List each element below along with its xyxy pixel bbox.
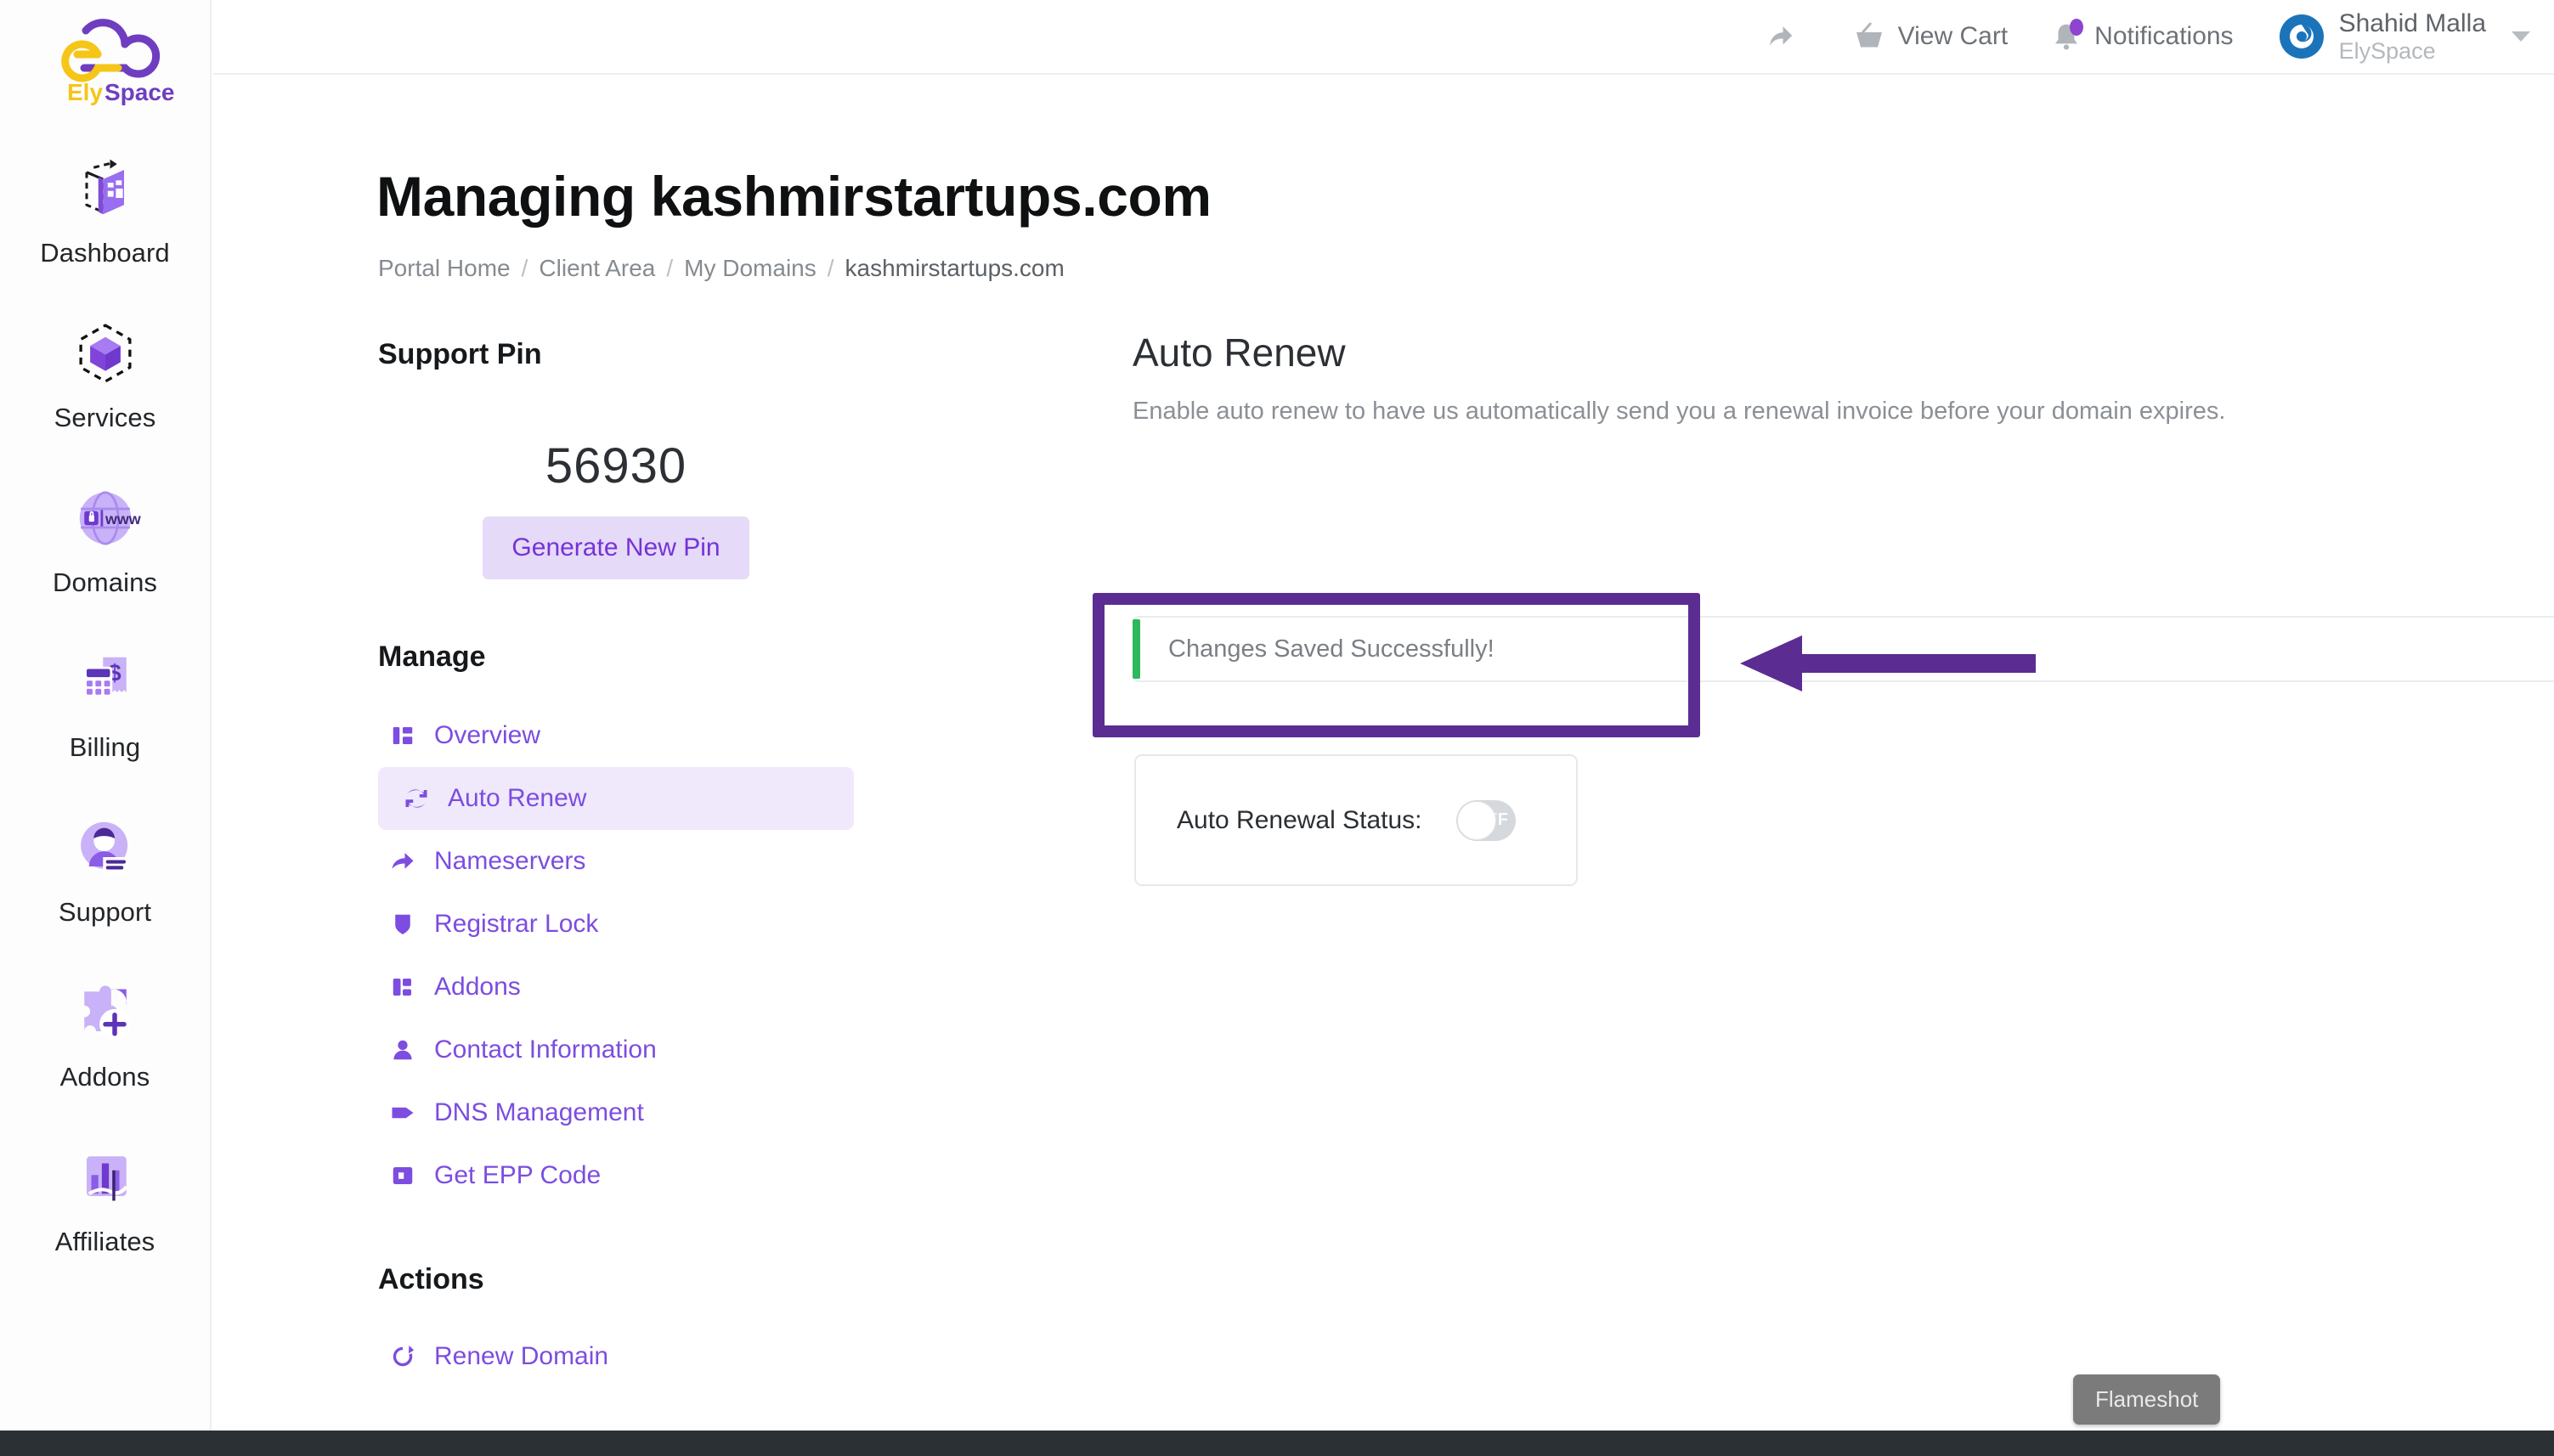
page-title: Managing kashmirstartups.com: [376, 165, 1212, 228]
layout-overview-icon: [390, 723, 415, 748]
manage-nav-label: Contact Information: [434, 1036, 657, 1064]
sidebar-item-label: Addons: [59, 1062, 150, 1092]
sidebar-item-label: Billing: [69, 732, 141, 762]
app-window: Ely Space Dashboard Services www Domains…: [0, 0, 2554, 1456]
breadcrumb-separator: /: [521, 255, 528, 281]
user-menu[interactable]: Shahid Malla ElySpace: [2278, 9, 2530, 64]
svg-text:www: www: [105, 511, 141, 528]
alert-success-message: Changes Saved Successfully!: [1168, 635, 1495, 663]
breadcrumb-item-current: kashmirstartups.com: [845, 255, 1065, 281]
left-panel: Support Pin 56930 Generate New Pin Manag…: [378, 338, 854, 1388]
manage-nav-label: Nameservers: [434, 847, 586, 875]
manage-nav-label: Addons: [434, 973, 521, 1001]
alert-accent-bar: [1133, 619, 1140, 679]
sidebar-item-support[interactable]: Support: [0, 809, 210, 973]
arrow-forward-icon: [390, 849, 415, 874]
breadcrumb-item-portal-home[interactable]: Portal Home: [378, 255, 511, 282]
breadcrumb-separator: /: [827, 255, 834, 281]
manage-nav-label: Get EPP Code: [434, 1161, 602, 1189]
sidebar-item-addons[interactable]: Addons: [0, 973, 210, 1138]
manage-nav-auto-renew[interactable]: Auto Renew: [378, 767, 854, 830]
chevron-down-icon[interactable]: [2512, 31, 2530, 42]
affiliates-chart-icon: [66, 1138, 144, 1216]
domains-globe-www-icon: www: [66, 479, 144, 557]
services-cube-icon: [66, 314, 144, 392]
manage-nav-contact-information[interactable]: Contact Information: [378, 1019, 854, 1081]
breadcrumb-item-my-domains[interactable]: My Domains: [684, 255, 816, 282]
svg-text:Ely: Ely: [67, 79, 103, 105]
support-pin-box: 56930 Generate New Pin: [378, 437, 854, 579]
sidebar-item-label: Support: [58, 897, 152, 927]
manage-nav-get-epp-code[interactable]: Get EPP Code: [378, 1144, 854, 1207]
sidebar-item-domains[interactable]: www Domains: [0, 479, 210, 644]
breadcrumb: Portal Home / Client Area / My Domains /…: [378, 255, 1065, 282]
manage-nav-addons[interactable]: Addons: [378, 956, 854, 1019]
auto-renew-panel: Auto Renew Enable auto renew to have us …: [1133, 330, 2520, 426]
user-avatar-icon: [2278, 13, 2325, 60]
manage-nav-overview[interactable]: Overview: [378, 704, 854, 767]
support-agent-icon: [66, 809, 144, 887]
renew-circular-arrow-icon: [390, 1344, 415, 1369]
breadcrumb-separator: /: [666, 255, 674, 281]
sidebar-item-services[interactable]: Services: [0, 314, 210, 479]
dashboard-icon: [66, 150, 144, 228]
auto-renew-description: Enable auto renew to have us automatical…: [1133, 398, 2226, 425]
actions-heading: Actions: [378, 1263, 484, 1295]
shopping-basket-icon: [1852, 20, 1886, 54]
manage-heading: Manage: [378, 641, 486, 673]
code-square-icon: [390, 1163, 415, 1188]
generate-new-pin-button[interactable]: Generate New Pin: [483, 516, 749, 579]
manage-nav-list: Overview Auto Renew Nameservers Registra…: [378, 704, 854, 1207]
support-pin-value: 56930: [545, 438, 687, 494]
manage-nav-dns-management[interactable]: DNS Management: [378, 1081, 854, 1144]
sidebar-item-label: Dashboard: [40, 238, 170, 268]
sidebar-item-label: Affiliates: [54, 1227, 155, 1256]
desktop-taskbar: [0, 1431, 2554, 1456]
top-header-bar: View Cart Notifications Shahid Malla Ely…: [213, 0, 2554, 75]
flameshot-tooltip: Flameshot: [2073, 1374, 2221, 1425]
view-cart-button[interactable]: View Cart: [1852, 20, 2009, 54]
user-org: ElySpace: [2338, 37, 2436, 64]
share-arrow-icon: [1764, 20, 1796, 53]
manage-nav-label: Registrar Lock: [434, 910, 599, 938]
view-cart-label: View Cart: [1897, 22, 2009, 50]
actions-list: Renew Domain: [378, 1325, 854, 1388]
auto-renew-title: Auto Renew: [1133, 330, 1346, 375]
page-content: Managing kashmirstartups.com Portal Home…: [213, 75, 2554, 1431]
auto-renewal-toggle[interactable]: OFF: [1455, 799, 1516, 841]
addons-puzzle-plus-icon: [66, 973, 144, 1052]
elyspace-logo[interactable]: Ely Space: [33, 15, 178, 109]
sidebar-item-billing[interactable]: $ Billing: [0, 644, 210, 809]
sidebar-item-label: Services: [54, 403, 156, 432]
svg-text:Space: Space: [105, 79, 175, 105]
person-icon: [390, 1037, 415, 1063]
notifications-label: Notifications: [2094, 22, 2234, 50]
toggle-knob: [1456, 800, 1496, 840]
sidebar-item-affiliates[interactable]: Affiliates: [0, 1138, 210, 1303]
auto-renewal-status-card: Auto Renewal Status: OFF: [1134, 754, 1578, 886]
support-pin-heading: Support Pin: [378, 338, 542, 370]
manage-nav-nameservers[interactable]: Nameservers: [378, 830, 854, 893]
shield-icon: [390, 911, 415, 937]
manage-nav-registrar-lock[interactable]: Registrar Lock: [378, 893, 854, 956]
bell-icon: [2050, 19, 2084, 53]
refresh-cycle-icon: [404, 786, 429, 811]
tag-icon: [390, 1100, 415, 1126]
primary-sidebar: Ely Space Dashboard Services www Domains…: [0, 0, 212, 1431]
share-button[interactable]: [1764, 20, 1796, 53]
sidebar-item-label: Domains: [52, 567, 158, 597]
sidebar-item-dashboard[interactable]: Dashboard: [0, 150, 210, 314]
action-renew-domain[interactable]: Renew Domain: [378, 1325, 854, 1388]
manage-nav-label: Overview: [434, 721, 541, 749]
auto-renewal-status-label: Auto Renewal Status:: [1177, 805, 1422, 834]
notifications-button[interactable]: Notifications: [2050, 19, 2234, 53]
manage-nav-label: Auto Renew: [448, 784, 587, 812]
addons-blocks-icon: [390, 974, 415, 1000]
user-name: Shahid Malla: [2338, 9, 2486, 38]
action-label: Renew Domain: [434, 1342, 609, 1370]
billing-invoice-icon: $: [66, 644, 144, 722]
breadcrumb-item-client-area[interactable]: Client Area: [539, 255, 655, 282]
manage-nav-label: DNS Management: [434, 1098, 644, 1126]
